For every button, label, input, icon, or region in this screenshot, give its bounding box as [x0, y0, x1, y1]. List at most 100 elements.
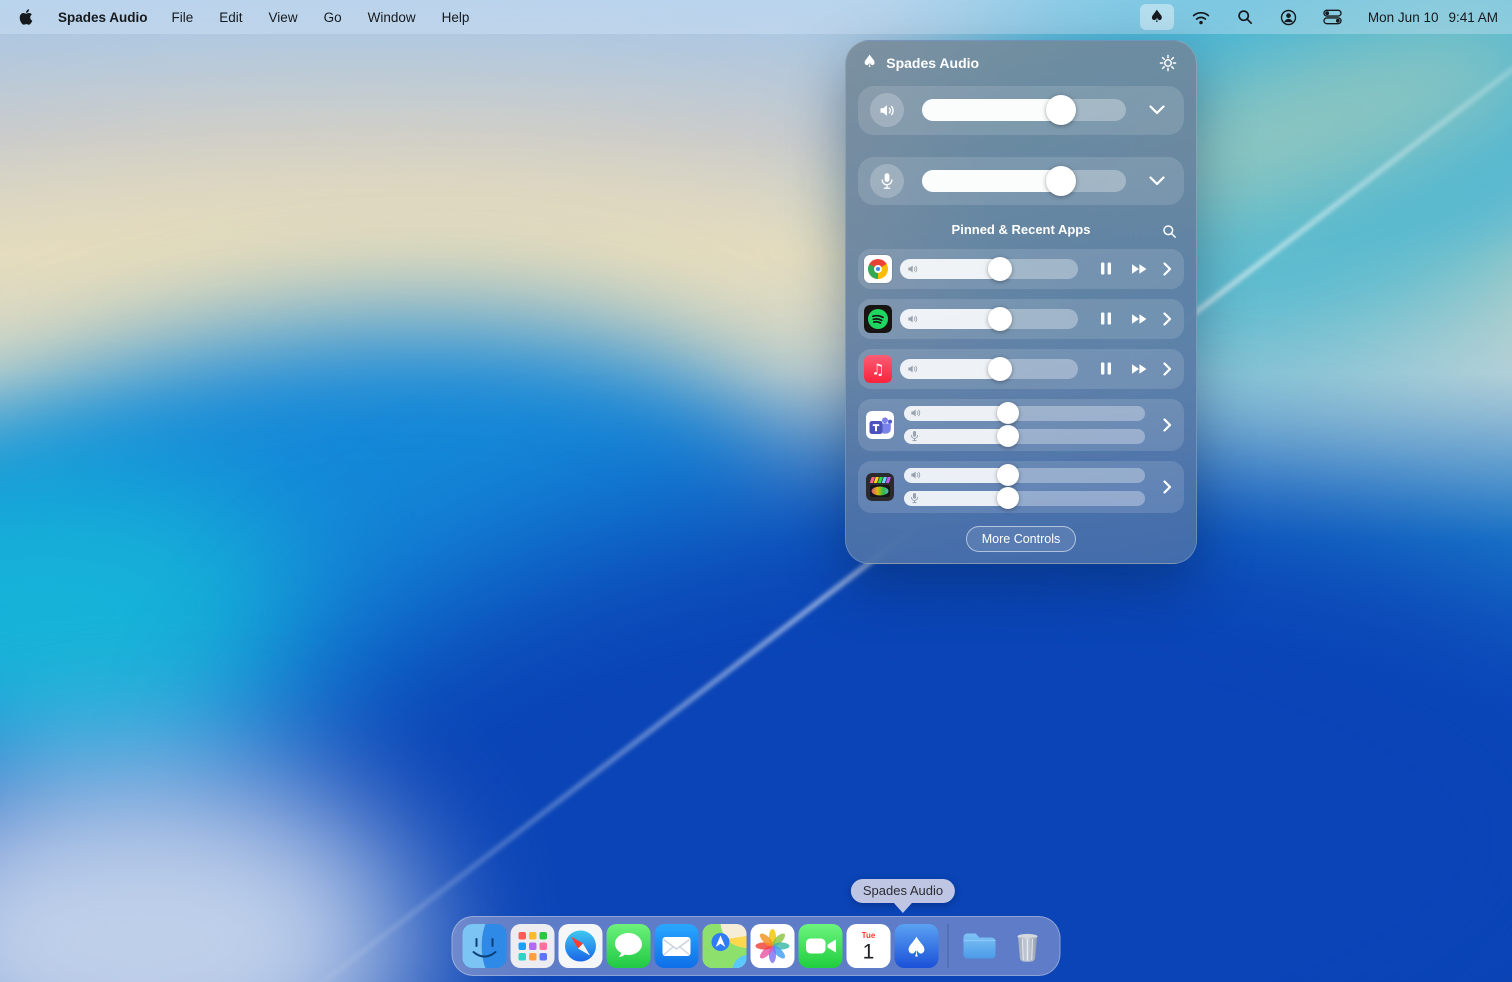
output-volume-slider[interactable]: [922, 99, 1126, 121]
chevron-down-icon[interactable]: [1144, 97, 1170, 123]
menu-window[interactable]: Window: [368, 10, 416, 25]
output-volume-group: [858, 86, 1184, 135]
input-volume-slider[interactable]: [922, 170, 1126, 192]
fast-forward-icon[interactable]: [1131, 313, 1147, 325]
slider-knob[interactable]: [988, 357, 1012, 381]
chevron-right-icon[interactable]: [1163, 312, 1172, 326]
slider-fill: [922, 99, 1061, 121]
section-title: Pinned & Recent Apps: [952, 222, 1091, 237]
calendar-icon: Tue1: [847, 924, 891, 968]
app-volume-slider[interactable]: [904, 406, 1145, 421]
slider-fill: [922, 170, 1061, 192]
teams-icon: [866, 411, 894, 439]
menu-bar: Spades Audio FileEditViewGoWindowHelp ♠ …: [0, 0, 1512, 34]
final-cut-icon: [866, 473, 894, 501]
menu-help[interactable]: Help: [442, 10, 470, 25]
fast-forward-icon[interactable]: [1131, 363, 1147, 375]
dock-item-spades-audio[interactable]: ♠: [894, 923, 940, 969]
panel-title: Spades Audio: [886, 55, 979, 71]
menu-go[interactable]: Go: [324, 10, 342, 25]
spades-audio-panel: ♠ Spades Audio Pinned & Recent Apps ♫ Mo…: [845, 40, 1197, 564]
dock-item-finder[interactable]: [462, 923, 508, 969]
apple-menu-icon[interactable]: [18, 8, 34, 26]
wifi-icon[interactable]: [1184, 4, 1218, 30]
chrome-icon: [864, 255, 892, 283]
call-sliders: [904, 468, 1145, 506]
pause-icon[interactable]: [1100, 312, 1112, 325]
dock-item-trash[interactable]: [1005, 923, 1051, 969]
svg-text:Tue: Tue: [862, 931, 876, 940]
launchpad-icon: [511, 924, 555, 968]
pinned-apps-section-header: Pinned & Recent Apps: [858, 219, 1184, 239]
dock-item-calendar[interactable]: Tue1: [846, 923, 892, 969]
dock: Tue1 ♠: [452, 916, 1061, 976]
app-volume-slider[interactable]: [900, 309, 1078, 329]
app-row-spotify: [858, 299, 1184, 339]
app-mic-slider[interactable]: [904, 491, 1145, 506]
svg-text:♫: ♫: [871, 360, 884, 378]
app-mic-slider[interactable]: [904, 429, 1145, 444]
dock-item-messages[interactable]: [606, 923, 652, 969]
dock-item-maps[interactable]: [702, 923, 748, 969]
app-row-microsoft-teams: [858, 399, 1184, 451]
slider-knob[interactable]: [997, 402, 1019, 424]
slider-knob[interactable]: [988, 257, 1012, 281]
menu-edit[interactable]: Edit: [219, 10, 242, 25]
slider-fill: [904, 491, 1008, 506]
input-volume-group: [858, 157, 1184, 206]
dock-item-safari[interactable]: [558, 923, 604, 969]
spotify-icon: [864, 305, 892, 333]
trash-icon: [1006, 924, 1050, 968]
dock-item-facetime[interactable]: [798, 923, 844, 969]
svg-text:1: 1: [863, 941, 875, 964]
app-volume-slider[interactable]: [904, 468, 1145, 483]
chevron-right-icon[interactable]: [1163, 480, 1172, 494]
slider-knob[interactable]: [997, 464, 1019, 486]
gear-icon[interactable]: [1156, 51, 1180, 75]
output-slider-knob[interactable]: [1046, 95, 1076, 125]
mail-icon: [655, 924, 699, 968]
app-volume-slider[interactable]: [900, 259, 1078, 279]
search-icon[interactable]: [1228, 4, 1262, 30]
clock-date: Mon Jun 10: [1368, 10, 1439, 25]
menu-file[interactable]: File: [172, 10, 194, 25]
pause-icon[interactable]: [1100, 362, 1112, 375]
control-center-icon[interactable]: [1316, 4, 1350, 30]
dock-item-mail[interactable]: [654, 923, 700, 969]
dock-item-downloads[interactable]: [957, 923, 1003, 969]
app-row-final-cut-pro: [858, 461, 1184, 513]
spade-status-icon[interactable]: ♠: [1140, 4, 1174, 30]
microphone-icon[interactable]: [870, 164, 904, 198]
slider-knob[interactable]: [997, 425, 1019, 447]
finder-icon: [463, 924, 507, 968]
dock-item-launchpad[interactable]: [510, 923, 556, 969]
search-icon[interactable]: [1158, 220, 1180, 242]
desktop-wallpaper: [0, 0, 1512, 982]
slider-knob[interactable]: [988, 307, 1012, 331]
safari-icon: [559, 924, 603, 968]
menu-view[interactable]: View: [269, 10, 298, 25]
slider-knob[interactable]: [997, 487, 1019, 509]
pause-icon[interactable]: [1100, 262, 1112, 275]
chevron-down-icon[interactable]: [1144, 168, 1170, 194]
more-controls-button[interactable]: More Controls: [966, 526, 1077, 552]
input-slider-knob[interactable]: [1046, 166, 1076, 196]
app-volume-slider[interactable]: [900, 359, 1078, 379]
menu-bar-clock[interactable]: Mon Jun 10 9:41 AM: [1368, 10, 1498, 25]
dock-item-photos[interactable]: [750, 923, 796, 969]
fast-forward-icon[interactable]: [1131, 263, 1147, 275]
speaker-icon[interactable]: [870, 93, 904, 127]
app-menu-title[interactable]: Spades Audio: [58, 10, 148, 25]
messages-icon: [607, 924, 651, 968]
apple-music-icon: ♫: [864, 355, 892, 383]
svg-text:♠: ♠: [904, 933, 928, 964]
user-icon[interactable]: [1272, 4, 1306, 30]
chevron-right-icon[interactable]: [1163, 418, 1172, 432]
spade-app-icon: ♠: [895, 924, 939, 968]
chevron-right-icon[interactable]: [1163, 262, 1172, 276]
menu-bar-menus: File Edit View Go Window Help: [172, 10, 470, 25]
chevron-right-icon[interactable]: [1163, 362, 1172, 376]
facetime-icon: [799, 924, 843, 968]
microphone-icon: [910, 430, 919, 442]
clock-time: 9:41 AM: [1448, 10, 1498, 25]
